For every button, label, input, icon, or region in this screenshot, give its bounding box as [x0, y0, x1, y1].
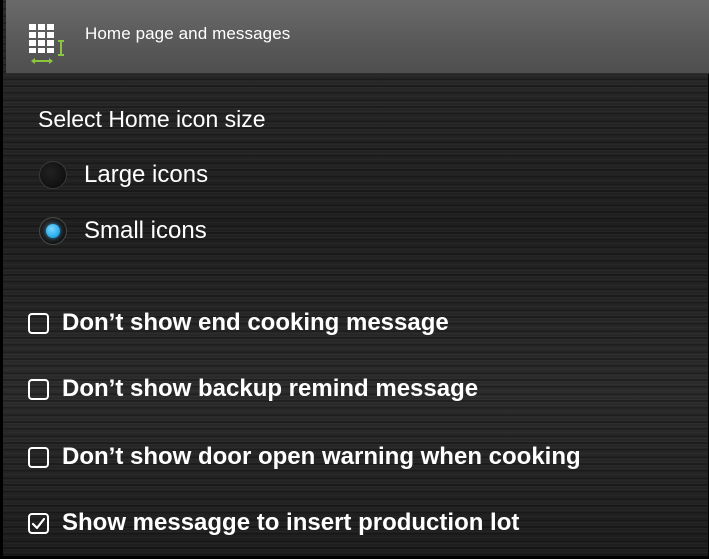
- checkbox-production-lot[interactable]: [28, 512, 49, 534]
- checkbox-row-end-cooking[interactable]: Don’t show end cooking message: [28, 306, 449, 340]
- checkmark-icon: [31, 517, 46, 529]
- checkbox-row-door-open[interactable]: Don’t show door open warning when cookin…: [28, 440, 581, 474]
- checkbox-label-production-lot: Show messagge to insert production lot: [62, 509, 520, 536]
- title-bar: Home page and messages: [6, 0, 709, 74]
- radio-small-icons[interactable]: Small icons: [39, 214, 207, 248]
- checkbox-label-door-open: Don’t show door open warning when cookin…: [62, 443, 581, 470]
- checkbox-label-backup-remind: Don’t show backup remind message: [62, 375, 479, 402]
- checkbox-door-open[interactable]: [28, 446, 49, 468]
- radio-large-icons[interactable]: Large icons: [39, 158, 208, 192]
- checkbox-row-production-lot[interactable]: Show messagge to insert production lot: [28, 506, 519, 540]
- checkbox-backup-remind[interactable]: [28, 378, 49, 400]
- grid-resize-icon: [29, 24, 69, 66]
- radio-button-large-icons[interactable]: [39, 161, 67, 189]
- radio-label-small-icons: Small icons: [84, 217, 207, 244]
- checkbox-row-backup-remind[interactable]: Don’t show backup remind message: [28, 372, 478, 406]
- radio-button-small-icons[interactable]: [39, 217, 67, 245]
- checkbox-label-end-cooking: Don’t show end cooking message: [62, 309, 449, 336]
- radio-label-large-icons: Large icons: [84, 161, 209, 188]
- page-title: Home page and messages: [85, 24, 291, 43]
- settings-screen: Home page and messages Select Home icon …: [0, 0, 709, 559]
- checkbox-end-cooking[interactable]: [28, 312, 49, 334]
- icon-size-heading: Select Home icon size: [38, 106, 266, 132]
